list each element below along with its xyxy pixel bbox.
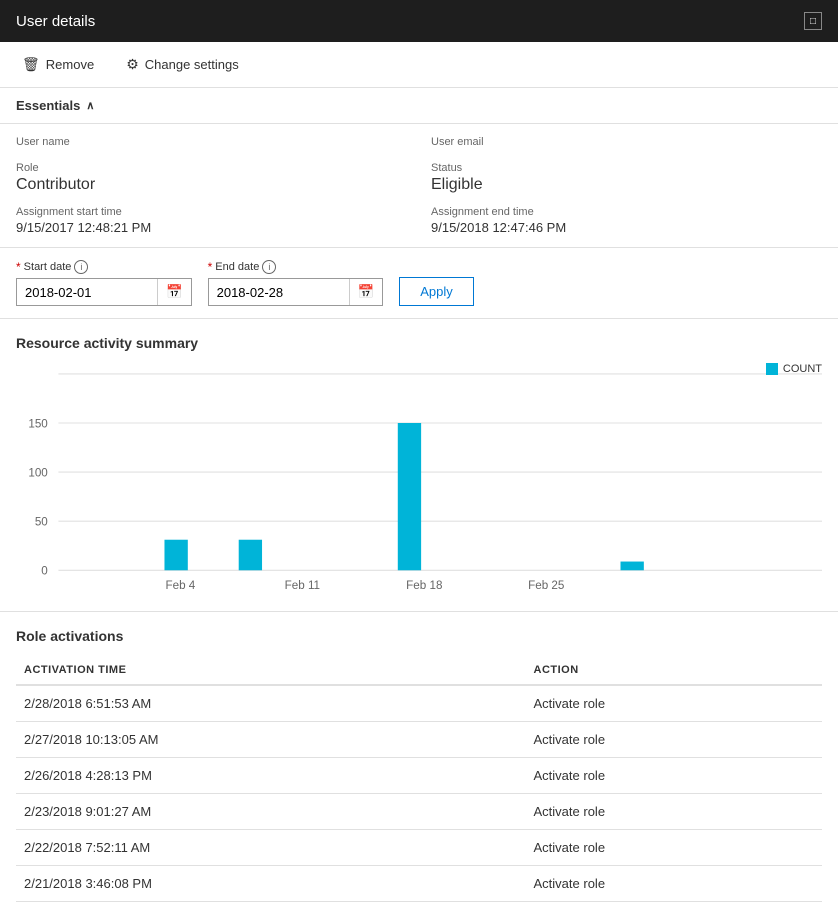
activation-time-cell: 2/22/2018 7:52:11 AM [16,830,526,866]
user-name-field: User name [16,136,407,150]
chart-container: COUNT 0 50 100 150 Feb 4 Feb 11 [16,363,822,603]
table-row: 2/22/2018 7:52:11 AM Activate role [16,830,822,866]
user-name-label: User name [16,136,407,148]
change-settings-label: Change settings [145,57,239,72]
apply-button[interactable]: Apply [399,277,474,306]
start-date-input-wrapper: 📅 [16,278,192,306]
change-settings-button[interactable]: ⚙ Change settings [120,52,245,77]
chart-legend: COUNT [766,363,822,375]
start-date-calendar-button[interactable]: 📅 [157,279,191,305]
svg-text:Feb 4: Feb 4 [165,578,195,592]
legend-label: COUNT [783,363,822,375]
end-date-label: * End date i [208,260,384,274]
end-date-label-text: End date [215,261,259,273]
svg-text:50: 50 [35,514,48,528]
activation-time-cell: 2/21/2018 3:46:08 PM [16,866,526,902]
activation-time-cell: 2/28/2018 6:51:53 AM [16,685,526,722]
essentials-section: Essentials ∧ User name User email Role C… [0,88,838,248]
start-date-label-text: Start date [24,261,72,273]
settings-icon: ⚙ [126,56,139,73]
start-date-input[interactable] [17,280,157,305]
end-date-info-icon[interactable]: i [262,260,276,274]
svg-text:0: 0 [41,563,48,577]
restore-button[interactable]: □ [804,12,822,30]
end-date-input[interactable] [209,280,349,305]
start-date-field: * Start date i 📅 [16,260,192,306]
assignment-start-value: 9/15/2017 12:48:21 PM [16,220,407,235]
window-controls: □ [804,12,822,30]
start-required-star: * [16,260,21,274]
svg-text:150: 150 [28,416,48,430]
table-row: 2/26/2018 4:28:13 PM Activate role [16,758,822,794]
start-date-info-icon[interactable]: i [74,260,88,274]
activation-time-cell: 2/23/2018 9:01:27 AM [16,794,526,830]
role-value: Contributor [16,176,407,194]
activations-table: ACTIVATION TIME ACTION 2/28/2018 6:51:53… [16,656,822,902]
user-email-label: User email [431,136,822,148]
assignment-end-label: Assignment end time [431,206,822,218]
action-cell: Activate role [526,722,822,758]
chevron-up-icon: ∧ [86,99,94,112]
role-activations-title: Role activations [16,628,822,644]
status-field: Status Eligible [431,162,822,194]
svg-text:100: 100 [28,465,48,479]
action-cell: Activate role [526,794,822,830]
svg-text:Feb 11: Feb 11 [285,578,320,592]
title-bar: User details □ [0,0,838,42]
remove-icon: 🗑 [22,56,40,73]
date-filter: * Start date i 📅 * End date i 📅 Apply [0,248,838,319]
assignment-end-field: Assignment end time 9/15/2018 12:47:46 P… [431,206,822,235]
svg-text:Feb 18: Feb 18 [406,578,443,592]
role-label: Role [16,162,407,174]
assignment-start-field: Assignment start time 9/15/2017 12:48:21… [16,206,407,235]
col-action: ACTION [526,656,822,685]
activation-time-cell: 2/27/2018 10:13:05 AM [16,722,526,758]
end-date-calendar-button[interactable]: 📅 [349,279,383,305]
user-email-field: User email [431,136,822,150]
action-cell: Activate role [526,866,822,902]
role-field: Role Contributor [16,162,407,194]
chart-svg: 0 50 100 150 Feb 4 Feb 11 Feb 18 Feb 25 [16,363,822,603]
chart-title: Resource activity summary [16,335,822,351]
table-row: 2/28/2018 6:51:53 AM Activate role [16,685,822,722]
essentials-grid: User name User email Role Contributor St… [0,124,838,248]
assignment-start-label: Assignment start time [16,206,407,218]
legend-color-swatch [766,363,778,375]
action-cell: Activate role [526,830,822,866]
table-row: 2/23/2018 9:01:27 AM Activate role [16,794,822,830]
action-cell: Activate role [526,758,822,794]
end-required-star: * [208,260,213,274]
window-title: User details [16,13,95,30]
end-date-input-wrapper: 📅 [208,278,384,306]
action-cell: Activate role [526,685,822,722]
chart-section: Resource activity summary COUNT 0 50 100… [0,319,838,612]
toolbar: 🗑 Remove ⚙ Change settings [0,42,838,88]
remove-button[interactable]: 🗑 Remove [16,52,100,77]
start-date-label: * Start date i [16,260,192,274]
assignment-end-value: 9/15/2018 12:47:46 PM [431,220,822,235]
role-activations-section: Role activations ACTIVATION TIME ACTION … [0,612,838,902]
status-value: Eligible [431,176,822,194]
table-row: 2/21/2018 3:46:08 PM Activate role [16,866,822,902]
col-activation-time: ACTIVATION TIME [16,656,526,685]
end-date-field: * End date i 📅 [208,260,384,306]
essentials-header[interactable]: Essentials ∧ [0,88,838,124]
table-header-row: ACTIVATION TIME ACTION [16,656,822,685]
table-row: 2/27/2018 10:13:05 AM Activate role [16,722,822,758]
status-label: Status [431,162,822,174]
remove-label: Remove [46,57,94,72]
svg-text:Feb 25: Feb 25 [528,578,565,592]
activation-time-cell: 2/26/2018 4:28:13 PM [16,758,526,794]
essentials-label: Essentials [16,98,80,113]
